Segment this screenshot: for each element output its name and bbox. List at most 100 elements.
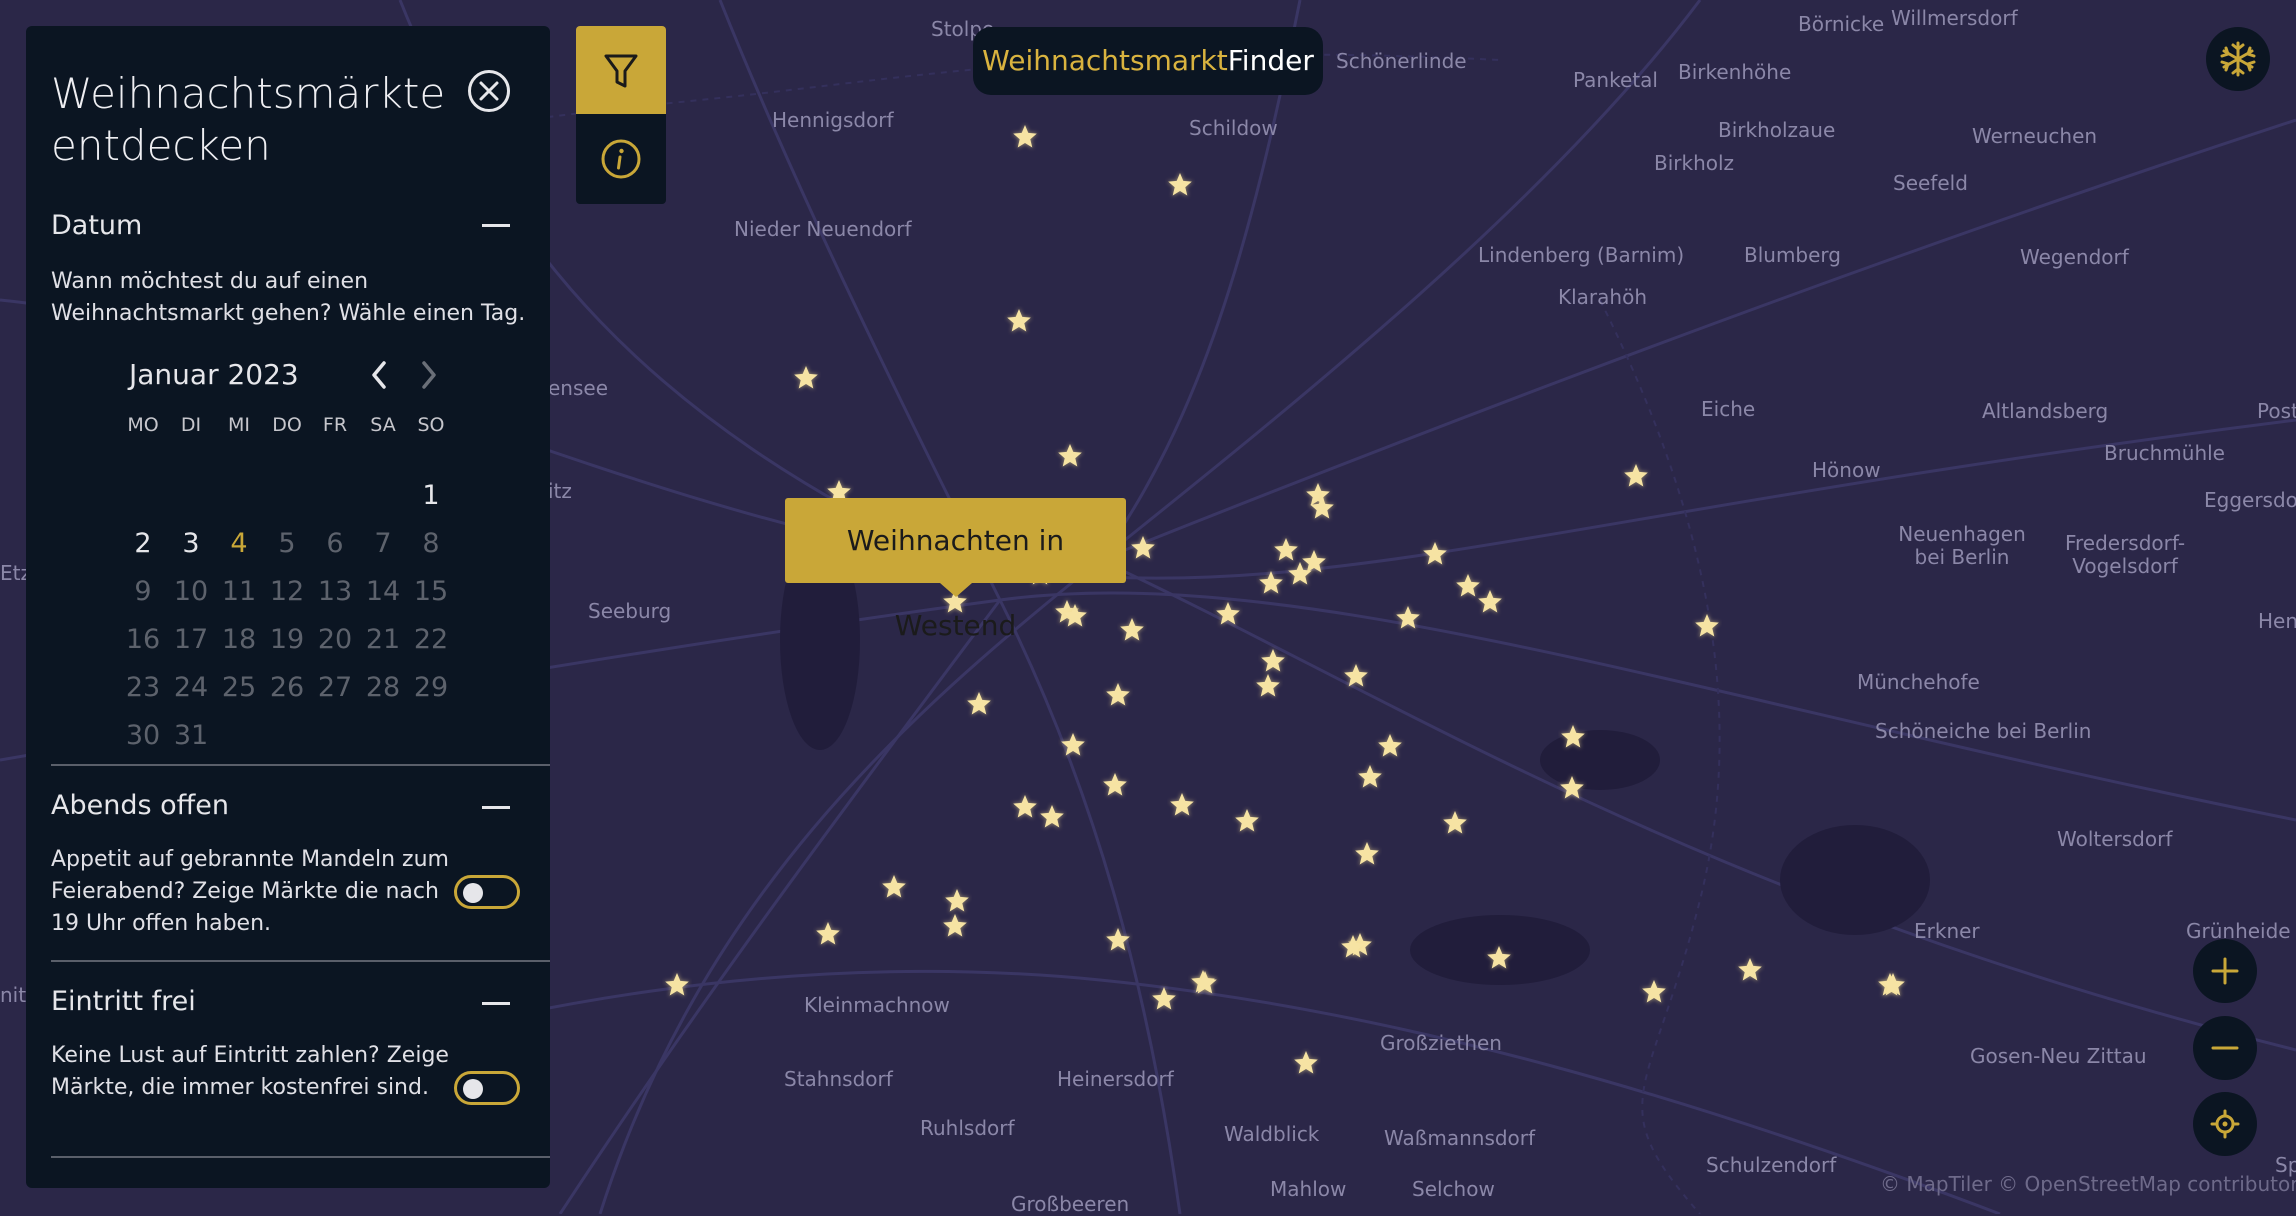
market-star-icon[interactable]: [1149, 984, 1179, 1014]
market-star-icon[interactable]: [1060, 601, 1090, 631]
calendar-day: 8: [422, 528, 440, 559]
collapse-eintritt-icon[interactable]: [482, 1002, 510, 1005]
chevron-left-icon[interactable]: [370, 360, 388, 394]
weekday-label: DO: [272, 414, 302, 436]
market-star-icon[interactable]: [1285, 559, 1315, 589]
market-star-icon[interactable]: [1010, 792, 1040, 822]
market-star-icon[interactable]: [1375, 731, 1405, 761]
calendar-day: 18: [221, 624, 257, 655]
market-star-icon[interactable]: [964, 689, 994, 719]
market-star-icon[interactable]: [1010, 122, 1040, 152]
market-star-icon[interactable]: [1692, 611, 1722, 641]
calendar-day: 12: [269, 576, 305, 607]
market-star-icon[interactable]: [1256, 568, 1286, 598]
calendar-day: 9: [134, 576, 152, 607]
market-star-icon[interactable]: [879, 872, 909, 902]
close-button[interactable]: [468, 70, 510, 112]
weekday-label: DI: [180, 414, 202, 436]
eintritt-frei-toggle[interactable]: [454, 1071, 520, 1105]
calendar-day: 14: [365, 576, 401, 607]
market-star-icon[interactable]: [813, 919, 843, 949]
market-star-icon[interactable]: [1475, 587, 1505, 617]
place-label: Birkholz: [1654, 151, 1735, 175]
place-label: Woltersdorf: [2057, 827, 2173, 851]
calendar-day[interactable]: 4: [215, 528, 263, 559]
place-label: Selchow: [1412, 1177, 1495, 1201]
place-label: Schöneiche bei Berlin: [1875, 719, 2092, 743]
chevron-right-icon: [420, 360, 438, 394]
locate-icon: [2210, 1109, 2240, 1139]
market-star-icon[interactable]: [1190, 968, 1220, 998]
calendar-day: 11: [221, 576, 257, 607]
abends-offen-toggle[interactable]: [454, 875, 520, 909]
market-star-icon[interactable]: [1735, 955, 1765, 985]
calendar-day: 21: [365, 624, 401, 655]
market-star-icon[interactable]: [1440, 808, 1470, 838]
market-star-icon[interactable]: [1100, 770, 1130, 800]
market-star-icon[interactable]: [1213, 599, 1243, 629]
market-star-icon[interactable]: [1341, 661, 1371, 691]
section-heading-datum[interactable]: Datum: [51, 210, 142, 241]
toggle-knob: [463, 883, 483, 903]
place-label: Börnicke: [1798, 12, 1885, 36]
section-heading-abends[interactable]: Abends offen: [51, 790, 229, 821]
market-star-icon[interactable]: [791, 363, 821, 393]
calendar-day: 22: [413, 624, 449, 655]
market-star-icon[interactable]: [1055, 441, 1085, 471]
place-label: Großziethen: [1380, 1031, 1502, 1055]
calendar-day: 13: [317, 576, 353, 607]
market-star-icon[interactable]: [1253, 671, 1283, 701]
place-label: Hennigsdorf: [772, 108, 894, 132]
market-star-icon[interactable]: [1232, 806, 1262, 836]
market-star-icon[interactable]: [1103, 680, 1133, 710]
collapse-abends-icon[interactable]: [482, 806, 510, 809]
market-star-icon[interactable]: [1878, 970, 1908, 1000]
market-star-icon[interactable]: [1484, 943, 1514, 973]
market-star-icon[interactable]: [1307, 493, 1337, 523]
market-star-icon[interactable]: [1128, 533, 1158, 563]
market-star-icon[interactable]: [1167, 790, 1197, 820]
market-star-icon[interactable]: [940, 911, 970, 941]
calendar-day[interactable]: 1: [407, 480, 455, 511]
section-heading-eintritt[interactable]: Eintritt frei: [51, 986, 196, 1017]
market-star-icon[interactable]: [1355, 762, 1385, 792]
zoom-in-button[interactable]: [2193, 939, 2257, 1003]
market-star-icon[interactable]: [1393, 603, 1423, 633]
info-button[interactable]: [576, 114, 666, 204]
place-label: Ruhlsdorf: [920, 1116, 1015, 1140]
calendar-day: 19: [269, 624, 305, 655]
locate-button[interactable]: [2193, 1092, 2257, 1156]
calendar-day[interactable]: 2: [119, 528, 167, 559]
market-star-icon[interactable]: [1420, 539, 1450, 569]
market-star-icon[interactable]: [1037, 802, 1067, 832]
place-label: Bruchmühle: [2104, 441, 2225, 465]
collapse-datum-icon[interactable]: [482, 224, 510, 227]
calendar-day: 25: [221, 672, 257, 703]
market-star-icon[interactable]: [1117, 615, 1147, 645]
market-star-icon[interactable]: [1103, 925, 1133, 955]
weekday-label: FR: [322, 414, 348, 436]
market-star-icon[interactable]: [1058, 730, 1088, 760]
calendar-day: 27: [317, 672, 353, 703]
zoom-out-button[interactable]: [2193, 1016, 2257, 1080]
market-star-icon[interactable]: [1352, 839, 1382, 869]
market-star-icon[interactable]: [1291, 1048, 1321, 1078]
weekday-label: SA: [370, 414, 396, 436]
app-brand: WeihnachtsmarktFinder: [973, 27, 1323, 95]
calendar-day[interactable]: 3: [167, 528, 215, 559]
market-star-icon[interactable]: [1558, 722, 1588, 752]
market-star-icon[interactable]: [1557, 773, 1587, 803]
place-label: Nieder Neuendorf: [734, 217, 912, 241]
market-star-icon[interactable]: [1004, 306, 1034, 336]
calendar-day: 7: [374, 528, 392, 559]
market-star-icon[interactable]: [1338, 932, 1368, 962]
market-star-icon[interactable]: [662, 970, 692, 1000]
place-label: nit: [0, 983, 27, 1007]
market-star-icon[interactable]: [1639, 977, 1669, 1007]
theme-button[interactable]: [2206, 27, 2270, 91]
market-star-icon[interactable]: [1165, 170, 1195, 200]
place-label: Erkner: [1914, 919, 1980, 943]
market-star-icon[interactable]: [1621, 461, 1651, 491]
filter-button[interactable]: [576, 26, 666, 114]
info-icon: [601, 139, 641, 179]
